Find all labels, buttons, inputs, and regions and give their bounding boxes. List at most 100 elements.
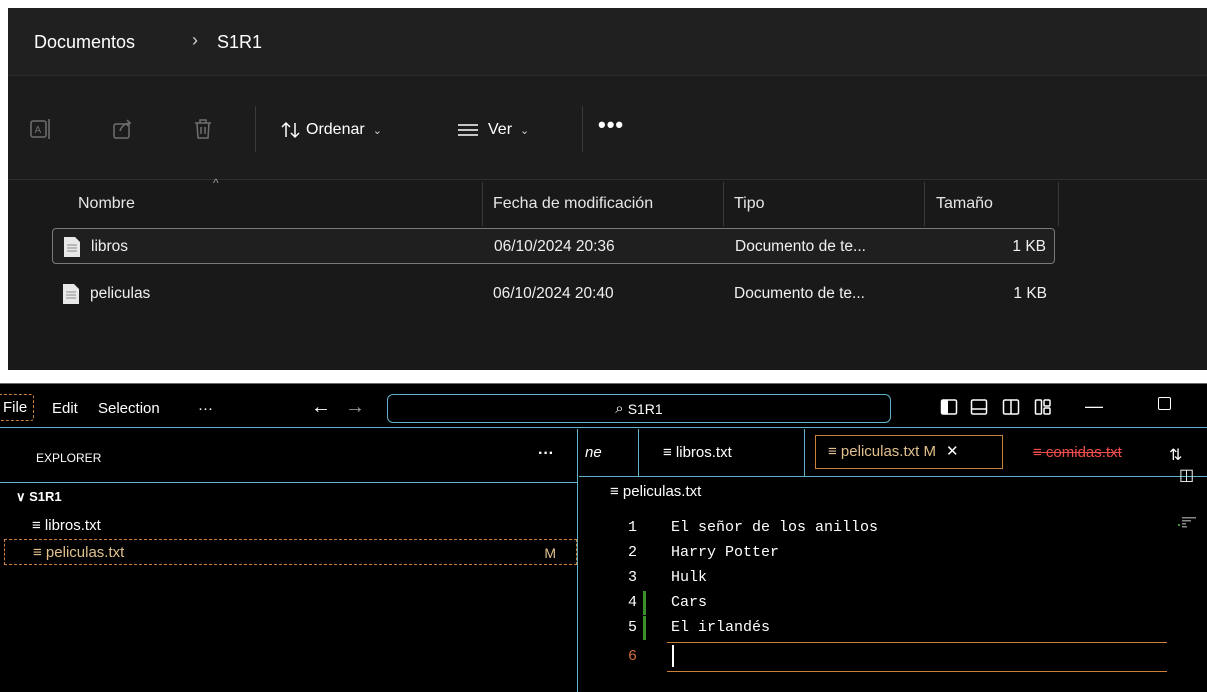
text-editor[interactable]: 1 El señor de los anillos 2 Harry Potter… <box>579 514 1207 692</box>
back-arrow-icon[interactable]: ← <box>311 396 331 419</box>
file-size: 1 KB <box>1013 285 1047 302</box>
modified-badge: M <box>544 545 556 561</box>
split-editor-icon[interactable]: ◫ <box>1179 467 1194 484</box>
text-cursor <box>672 645 674 667</box>
column-divider[interactable] <box>723 182 724 226</box>
tab-label: comidas.txt <box>1045 444 1122 461</box>
search-icon: ⌕ <box>615 400 624 417</box>
toolbar-divider <box>582 106 583 152</box>
tab-label: libros.txt <box>675 444 732 461</box>
tab-overflow[interactable]: ne <box>575 429 639 477</box>
line-number: 2 <box>627 544 637 561</box>
close-icon[interactable]: ✕ <box>946 443 959 460</box>
chevron-down-icon: ⌄ <box>520 124 530 137</box>
modified-badge: M <box>923 443 936 460</box>
command-center-search[interactable]: ⌕ S1R1 <box>387 394 891 423</box>
delete-icon[interactable] <box>190 116 216 142</box>
more-options-button[interactable]: ••• <box>598 112 624 138</box>
sort-button[interactable]: Ordenar ⌄ <box>280 116 382 144</box>
compare-changes-icon[interactable]: ⇅ <box>1169 447 1182 464</box>
toggle-panel-icon[interactable] <box>970 398 988 416</box>
text-file-icon: ≡ <box>828 443 841 460</box>
text-file-icon: ≡ <box>663 444 676 461</box>
tree-item-libros[interactable]: ≡ libros.txt <box>4 513 577 539</box>
command-bar: A Ordenar ⌄ Ver ⌄ ••• <box>8 76 1207 180</box>
toggle-secondary-sidebar-icon[interactable] <box>1002 398 1020 416</box>
vscode-window: File Edit Selection ··· ← → ⌕ S1R1 — EXP… <box>0 383 1207 692</box>
column-nombre[interactable]: Nombre <box>78 180 135 228</box>
tree-item-label: peliculas.txt <box>45 544 125 561</box>
sidebar-title: EXPLORER <box>36 451 102 465</box>
text-file-icon: ≡ <box>33 544 46 561</box>
menu-selection[interactable]: Selection <box>98 400 160 417</box>
column-header: Nombre Fecha de modificación Tipo Tamaño <box>8 180 1207 228</box>
file-row-libros[interactable]: libros 06/10/2024 20:36 Documento de te.… <box>52 228 1055 264</box>
editor-tab-bar: ne ≡ libros.txt ≡ peliculas.txt M ✕ ≡ com… <box>579 429 1207 484</box>
gutter-added-marker[interactable] <box>643 616 646 640</box>
tab-comidas[interactable]: ≡ comidas.txt <box>1019 429 1159 477</box>
sidebar-divider <box>0 482 578 483</box>
text-file-icon: ≡ <box>1033 444 1046 461</box>
rename-icon[interactable]: A <box>28 116 54 142</box>
sidebar-more-button[interactable]: ··· <box>538 445 554 463</box>
chevron-down-icon: ⌄ <box>372 124 382 137</box>
maximize-icon[interactable] <box>1158 397 1171 410</box>
editor-breadcrumb-file: peliculas.txt <box>622 483 702 500</box>
view-button[interactable]: Ver ⌄ <box>456 116 529 144</box>
minimap[interactable] <box>1178 516 1200 530</box>
text-file-icon: ≡ <box>32 517 45 534</box>
file-date: 06/10/2024 20:36 <box>494 238 615 255</box>
forward-arrow-icon[interactable]: → <box>345 396 365 419</box>
code-line[interactable]: El irlandés <box>671 616 770 640</box>
line-number: 5 <box>627 619 637 636</box>
share-icon[interactable] <box>110 116 136 142</box>
chevron-down-icon: ∨ <box>16 489 26 504</box>
tree-item-peliculas[interactable]: ≡ peliculas.txt M <box>4 539 577 565</box>
sort-icon <box>281 121 300 139</box>
file-date: 06/10/2024 20:40 <box>493 285 614 302</box>
code-line[interactable]: Harry Potter <box>671 541 779 565</box>
line-number: 1 <box>627 519 637 536</box>
line-number: 4 <box>627 594 637 611</box>
menu-more[interactable]: ··· <box>198 400 213 417</box>
toggle-primary-sidebar-icon[interactable] <box>940 398 958 416</box>
editor-breadcrumb[interactable]: ≡ peliculas.txt <box>610 483 701 500</box>
current-line-highlight <box>667 642 1167 672</box>
column-divider[interactable] <box>924 182 925 226</box>
breadcrumb-documentos[interactable]: Documentos <box>34 32 135 53</box>
minimize-icon[interactable]: — <box>1085 396 1103 417</box>
tab-libros[interactable]: ≡ libros.txt <box>639 429 805 477</box>
folder-s1r1[interactable]: ∨ S1R1 <box>16 489 62 505</box>
gutter-added-marker[interactable] <box>643 591 646 615</box>
text-file-icon: ≡ <box>610 483 623 500</box>
menu-file[interactable]: File <box>0 394 35 421</box>
svg-text:A: A <box>35 125 42 136</box>
column-divider[interactable] <box>1058 182 1059 226</box>
breadcrumb-s1r1[interactable]: S1R1 <box>217 32 262 53</box>
customize-layout-icon[interactable] <box>1034 398 1052 416</box>
breadcrumb-separator: › <box>192 30 198 50</box>
text-file-icon <box>63 284 79 304</box>
sort-label: Ordenar <box>306 121 365 138</box>
view-icon <box>458 124 478 136</box>
view-label: Ver <box>488 121 513 138</box>
menu-edit[interactable]: Edit <box>52 400 78 417</box>
file-name: libros <box>91 238 129 255</box>
search-text: S1R1 <box>627 400 663 417</box>
file-size: 1 KB <box>1012 238 1046 255</box>
code-line[interactable]: El señor de los anillos <box>671 516 878 540</box>
column-divider[interactable] <box>482 182 483 226</box>
file-type: Documento de te... <box>734 285 865 302</box>
address-bar[interactable]: Documentos › S1R1 <box>8 8 1207 76</box>
explorer-sidebar: EXPLORER ··· ∨ S1R1 ≡ libros.txt ≡ pelic… <box>0 429 578 692</box>
title-bar: File Edit Selection ··· ← → ⌕ S1R1 — <box>0 384 1207 428</box>
code-line[interactable]: Hulk <box>671 566 707 590</box>
file-row-peliculas[interactable]: peliculas 06/10/2024 20:40 Documento de … <box>52 276 1055 312</box>
column-tipo[interactable]: Tipo <box>734 180 765 228</box>
column-fecha[interactable]: Fecha de modificación <box>493 180 653 228</box>
tab-peliculas[interactable]: ≡ peliculas.txt M ✕ <box>815 435 1003 469</box>
tree-item-label: libros.txt <box>44 517 101 534</box>
column-tamano[interactable]: Tamaño <box>936 180 993 228</box>
code-line[interactable]: Cars <box>671 591 707 615</box>
file-explorer-window: Documentos › S1R1 A Ordenar ⌄ Ver ⌄ ••• … <box>8 8 1207 370</box>
